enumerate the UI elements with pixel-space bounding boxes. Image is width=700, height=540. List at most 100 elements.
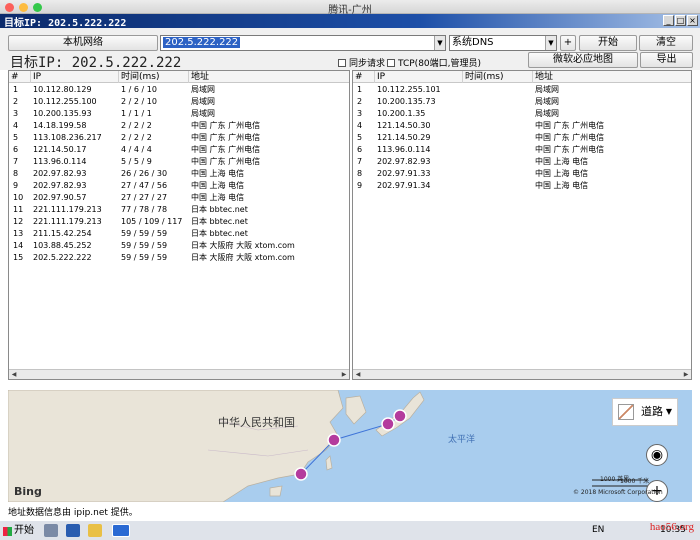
cell-num: 6 xyxy=(357,145,363,154)
besttrace-app-icon[interactable] xyxy=(112,524,130,537)
tcp-checkbox[interactable]: TCP(80端口,管理员) xyxy=(387,56,481,69)
table-row[interactable]: 11 221.111.179.213 77 / 78 / 78 日本 bbtec.ne… xyxy=(9,204,349,216)
cell-time: 2 / 2 / 2 xyxy=(121,121,152,130)
col-addr[interactable]: 地址 xyxy=(533,71,691,83)
target-ip-label: 目标IP: 202.5.222.222 xyxy=(10,55,182,71)
table-row[interactable]: 12 221.111.179.213 105 / 109 / 117 日本 bbtec… xyxy=(9,216,349,228)
table-row[interactable]: 15 202.5.222.222 59 / 59 / 59 日本 大阪府 大阪 xto… xyxy=(9,252,349,264)
cell-num: 2 xyxy=(13,97,19,106)
table-row[interactable]: 9 202.97.82.93 27 / 47 / 56 中国 上海 电信 xyxy=(9,180,349,192)
server-manager-icon[interactable] xyxy=(44,524,58,537)
route-map[interactable]: 中华人民共和国 太平洋 道路 ▼ ◉ + 1000 英里 1000 千米 © 2… xyxy=(8,390,692,502)
sync-request-checkbox[interactable]: 同步请求 xyxy=(338,56,385,69)
right-trace-table[interactable]: # IP 时间(ms) 地址 1 10.112.255.101 局域网 2 10.200… xyxy=(352,70,692,380)
cell-num: 12 xyxy=(13,217,24,226)
table-row[interactable]: 7 113.96.0.114 5 / 5 / 9 中国 广东 广州电信 xyxy=(9,156,349,168)
chevron-down-icon[interactable]: ▼ xyxy=(434,36,445,50)
explorer-icon[interactable] xyxy=(88,524,102,537)
table-row[interactable]: 10 202.97.90.57 27 / 27 / 27 中国 上海 电信 xyxy=(9,192,349,204)
cell-addr: 中国 广东 广州电信 xyxy=(191,133,261,142)
table-row[interactable]: 2 10.200.135.73 局域网 xyxy=(353,96,691,108)
cell-num: 11 xyxy=(13,205,24,214)
road-icon xyxy=(618,404,634,420)
watermark-text: hao56.org xyxy=(649,521,694,533)
minimize-button[interactable]: _ xyxy=(663,15,674,26)
local-network-button[interactable]: 本机网络 xyxy=(8,35,158,51)
col-ip[interactable]: IP xyxy=(31,71,119,83)
cell-num: 13 xyxy=(13,229,24,238)
table-row[interactable]: 4 121.14.50.30 中国 广东 广州电信 xyxy=(353,120,691,132)
col-num[interactable]: # xyxy=(353,71,375,83)
close-button[interactable]: × xyxy=(687,15,698,26)
chevron-down-icon[interactable]: ▼ xyxy=(545,36,556,50)
table-row[interactable]: 9 202.97.91.34 中国 上海 电信 xyxy=(353,180,691,192)
checkbox-icon xyxy=(387,59,395,67)
table-row[interactable]: 3 10.200.1.35 局域网 xyxy=(353,108,691,120)
cell-addr: 局域网 xyxy=(535,109,559,118)
restore-button[interactable]: □ xyxy=(675,15,686,26)
cell-num: 3 xyxy=(13,109,19,118)
scroll-left-icon[interactable]: ◀ xyxy=(9,370,19,379)
cell-ip: 211.15.42.254 xyxy=(33,229,92,238)
table-row[interactable]: 1 10.112.80.129 1 / 6 / 10 局域网 xyxy=(9,84,349,96)
scroll-right-icon[interactable]: ▶ xyxy=(339,370,349,379)
table-row[interactable]: 5 113.108.236.217 2 / 2 / 2 中国 广东 广州电信 xyxy=(9,132,349,144)
bing-map-button[interactable]: 微软必应地图 xyxy=(528,52,638,68)
col-time[interactable]: 时间(ms) xyxy=(119,71,189,83)
start-label: 开始 xyxy=(14,525,34,536)
country-label: 中华人民共和国 xyxy=(218,416,295,429)
start-button[interactable]: 开始 xyxy=(2,523,38,539)
table-row[interactable]: 1 10.112.255.101 局域网 xyxy=(353,84,691,96)
col-addr[interactable]: 地址 xyxy=(189,71,349,83)
language-indicator[interactable]: EN xyxy=(592,525,604,535)
scroll-right-icon[interactable]: ▶ xyxy=(681,370,691,379)
add-button[interactable]: + xyxy=(560,35,576,51)
cell-ip: 10.200.135.73 xyxy=(377,97,436,106)
col-ip[interactable]: IP xyxy=(375,71,463,83)
horizontal-scrollbar[interactable]: ◀ ▶ xyxy=(9,369,349,379)
scale-km-label: 1000 千米 xyxy=(620,478,650,485)
table-row[interactable]: 6 113.96.0.114 中国 广东 广州电信 xyxy=(353,144,691,156)
cell-addr: 日本 大阪府 大阪 xtom.com xyxy=(191,253,295,262)
scroll-left-icon[interactable]: ◀ xyxy=(353,370,363,379)
map-canvas[interactable] xyxy=(8,390,692,502)
cell-num: 2 xyxy=(357,97,363,106)
col-num[interactable]: # xyxy=(9,71,31,83)
table-row[interactable]: 2 10.112.255.100 2 / 2 / 10 局域网 xyxy=(9,96,349,108)
table-row[interactable]: 6 121.14.50.17 4 / 4 / 4 中国 广东 广州电信 xyxy=(9,144,349,156)
powershell-icon[interactable] xyxy=(66,524,80,537)
checkbox-icon xyxy=(338,59,346,67)
map-style-dropdown[interactable]: 道路 ▼ xyxy=(612,398,678,426)
cell-addr: 中国 上海 电信 xyxy=(191,181,245,190)
table-row[interactable]: 8 202.97.82.93 26 / 26 / 30 中国 上海 电信 xyxy=(9,168,349,180)
col-time[interactable]: 时间(ms) xyxy=(463,71,533,83)
cell-time: 59 / 59 / 59 xyxy=(121,241,168,250)
cell-num: 4 xyxy=(13,121,19,130)
cell-num: 8 xyxy=(13,169,19,178)
cell-num: 3 xyxy=(357,109,363,118)
table-row[interactable]: 3 10.200.135.93 1 / 1 / 1 局域网 xyxy=(9,108,349,120)
table-row[interactable]: 14 103.88.45.252 59 / 59 / 59 日本 大阪府 大阪 xto… xyxy=(9,240,349,252)
horizontal-scrollbar[interactable]: ◀ ▶ xyxy=(353,369,691,379)
table-row[interactable]: 5 121.14.50.29 中国 广东 广州电信 xyxy=(353,132,691,144)
locate-button[interactable]: ◉ xyxy=(646,444,668,466)
left-trace-table[interactable]: # IP 时间(ms) 地址 1 10.112.80.129 1 / 6 / 10 局… xyxy=(8,70,350,380)
window-title: 目标IP: 202.5.222.222 xyxy=(4,18,127,29)
cell-time: 2 / 2 / 10 xyxy=(121,97,157,106)
table-row[interactable]: 4 14.18.199.58 2 / 2 / 2 中国 广东 广州电信 xyxy=(9,120,349,132)
start-button[interactable]: 开始 xyxy=(579,35,637,51)
export-button[interactable]: 导出 xyxy=(640,52,693,68)
cell-num: 7 xyxy=(13,157,19,166)
cell-ip: 202.97.82.93 xyxy=(33,181,87,190)
clear-button[interactable]: 清空 xyxy=(639,35,693,51)
dns-select[interactable]: 系统DNS ▼ xyxy=(449,35,557,51)
table-row[interactable]: 7 202.97.82.93 中国 上海 电信 xyxy=(353,156,691,168)
cell-ip: 202.97.82.93 xyxy=(377,157,431,166)
table-row[interactable]: 13 211.15.42.254 59 / 59 / 59 日本 bbtec.net xyxy=(9,228,349,240)
chevron-down-icon: ▼ xyxy=(665,407,672,416)
cell-time: 59 / 59 / 59 xyxy=(121,229,168,238)
cell-num: 9 xyxy=(13,181,19,190)
cell-ip: 10.200.1.35 xyxy=(377,109,426,118)
host-input[interactable]: 202.5.222.222 ▼ xyxy=(160,35,446,51)
table-row[interactable]: 8 202.97.91.33 中国 上海 电信 xyxy=(353,168,691,180)
